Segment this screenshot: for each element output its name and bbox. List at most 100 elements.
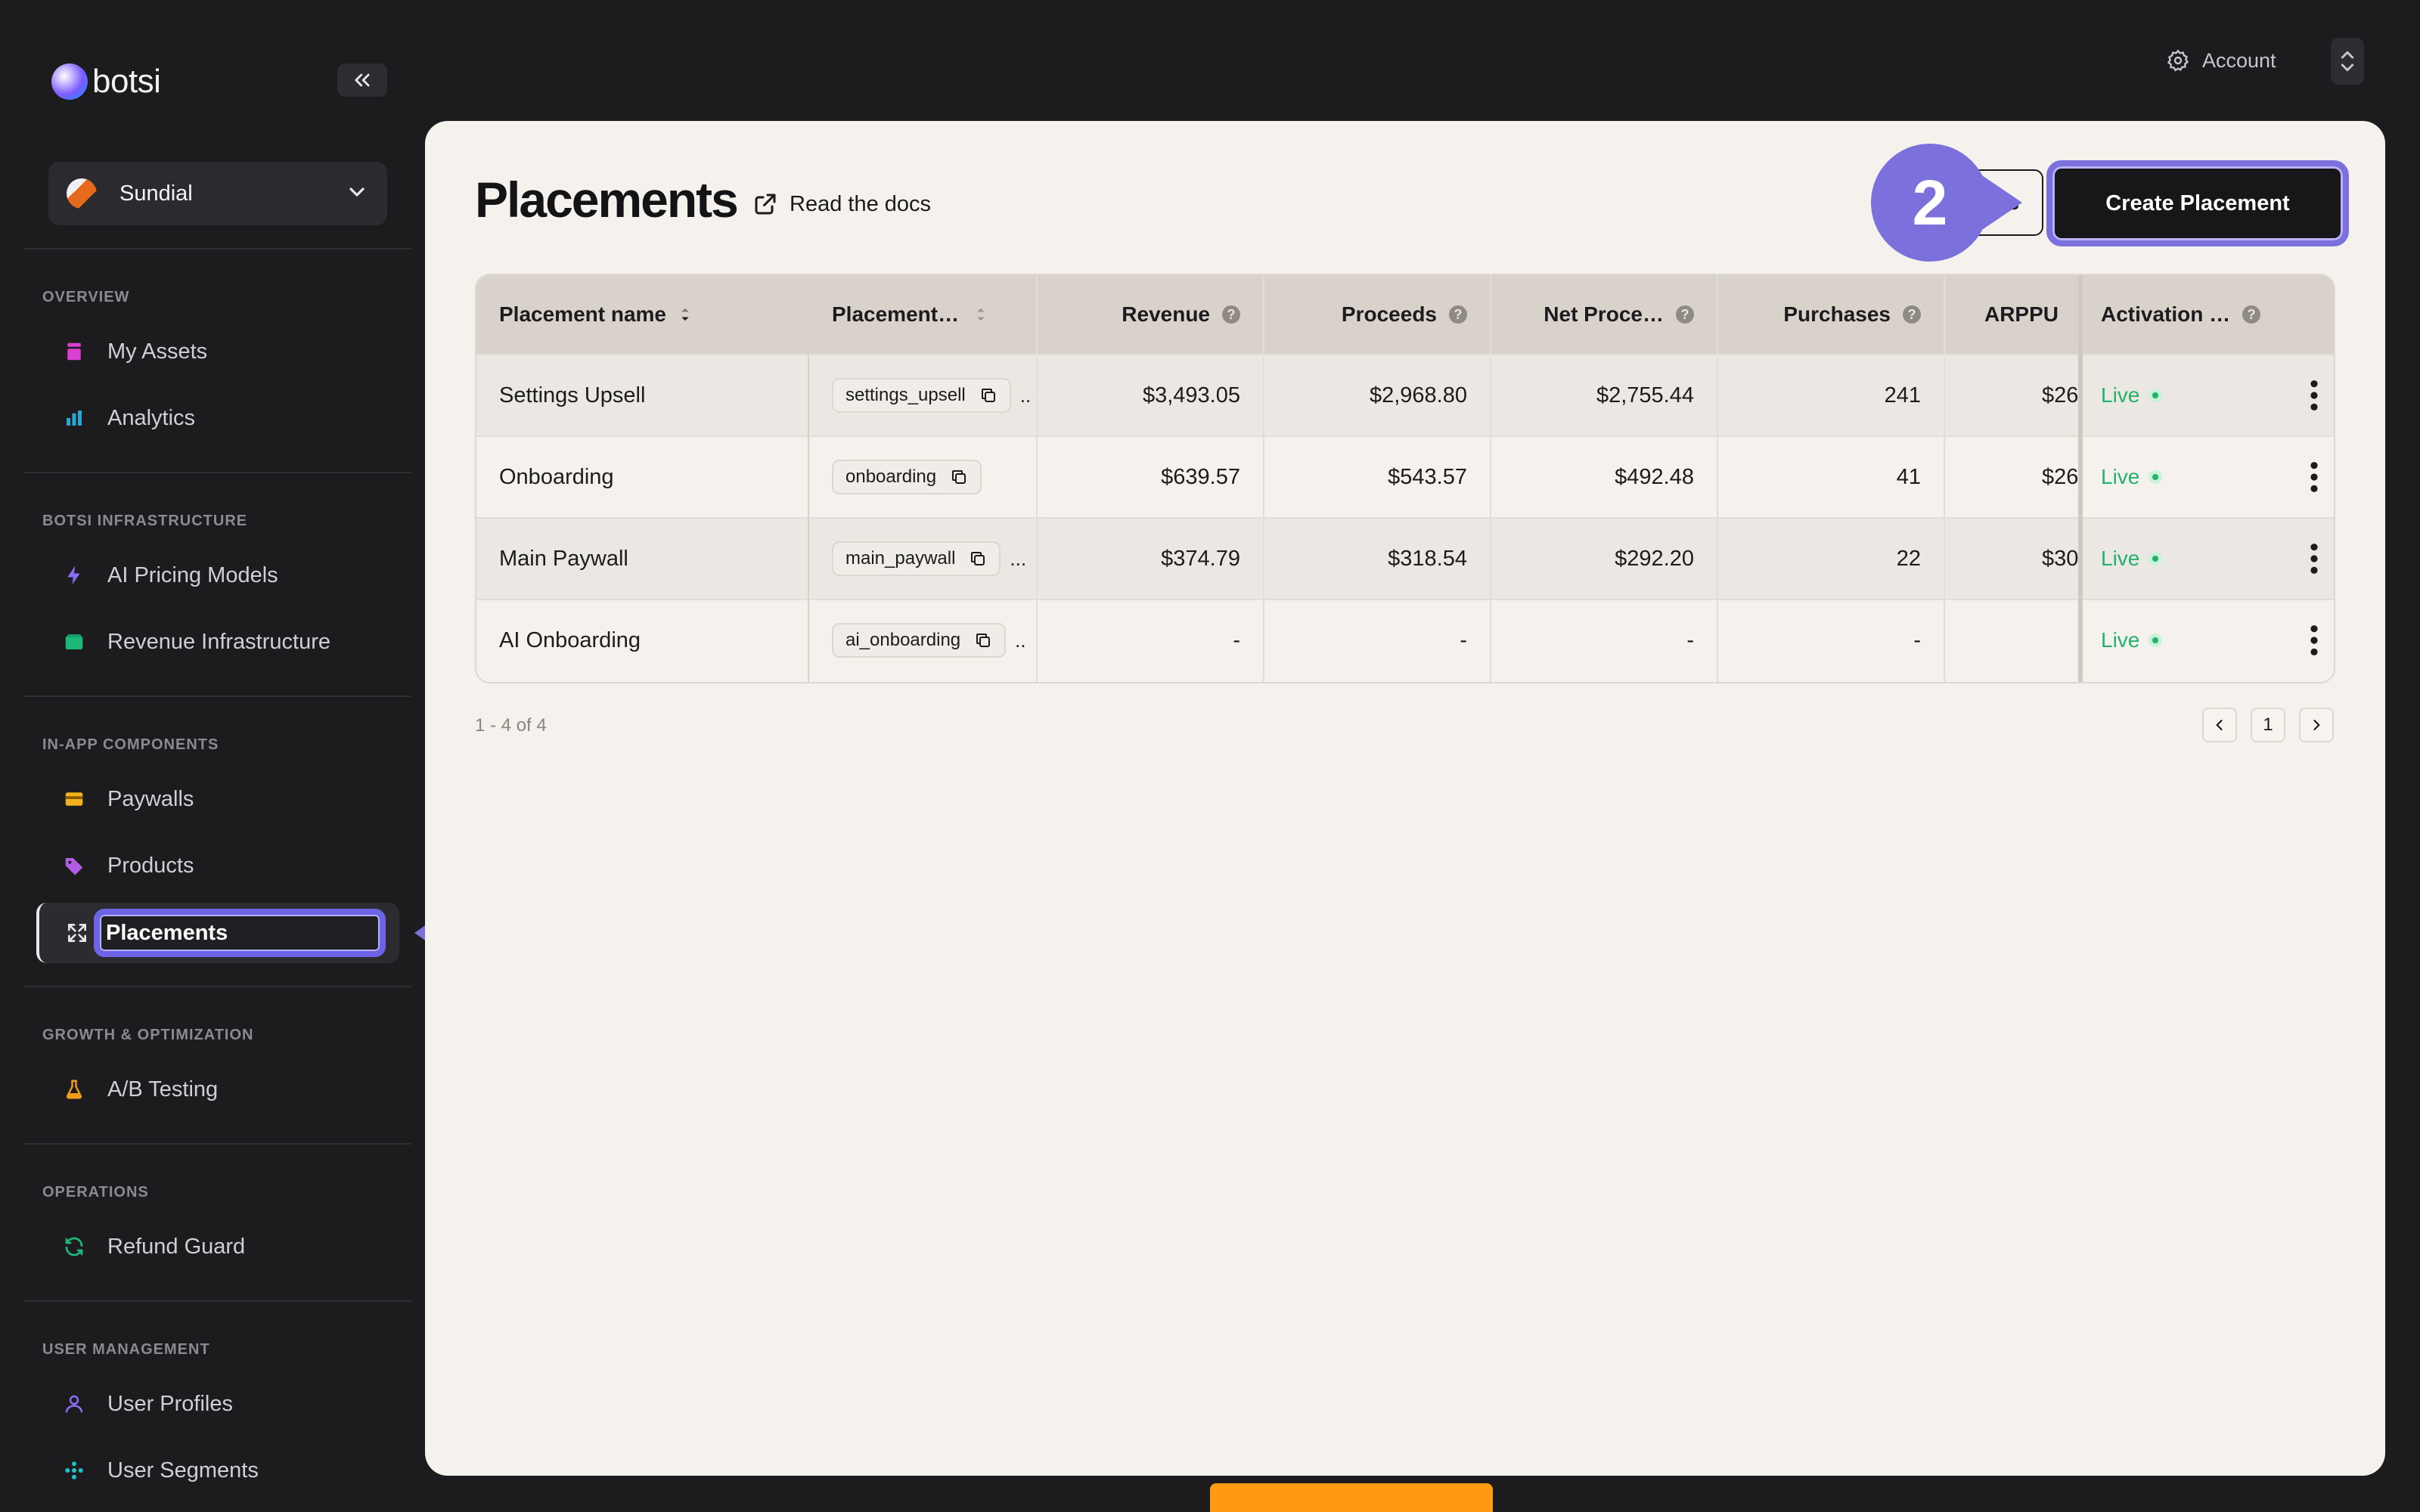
sidebar-item-label: Products [107,853,194,878]
read-docs-label: Read the docs [790,191,932,216]
proceeds-cell: $2,968.80 [1369,383,1467,407]
column-label: Placement… [832,302,960,326]
placement-name-cell: Onboarding [499,464,614,489]
sidebar-item-ai-pricing-models[interactable]: AI Pricing Models [42,549,398,602]
page-number-button[interactable]: 1 [2251,708,2285,742]
read-docs-link[interactable]: Read the docs [752,191,931,218]
status-badge: Live [2101,628,2163,652]
wallet-icon [62,630,86,654]
segments-icon [62,1458,86,1483]
column-label: Activation … [2101,302,2231,326]
sidebar-item-paywalls[interactable]: Paywalls [42,773,398,826]
column-label: Proceeds [1341,302,1437,326]
placement-key-chip: settings_upsell [832,378,1011,413]
sidebar-item-label: AI Pricing Models [107,562,278,587]
expand-toggle-button[interactable] [2331,38,2364,85]
help-icon[interactable]: ? [1449,305,1467,324]
sidebar-item-ab-testing[interactable]: A/B Testing [42,1063,398,1116]
placement-key-cell: main_paywall ... [832,519,1026,599]
col-header-purchases[interactable]: Purchases? [1739,275,1951,354]
table-row[interactable]: Main Paywall main_paywall ... $374.79 $3… [476,517,2334,599]
copy-icon[interactable] [950,468,968,486]
chevron-down-icon [345,180,369,208]
next-page-button[interactable] [2299,708,2334,742]
column-divider [1717,275,1718,682]
create-placement-label: Create Placement [2105,191,2290,215]
more-vertical-icon [2310,380,2318,411]
activation-cell: Live [2101,519,2163,599]
help-icon[interactable]: ? [1676,305,1694,324]
placement-key-cell: settings_upsell .. [832,355,1031,435]
section-title-operations: OPERATIONS [42,1184,149,1201]
copy-icon[interactable] [979,386,997,404]
prev-page-button[interactable] [2202,708,2237,742]
sidebar-item-my-assets[interactable]: My Assets [42,325,398,378]
section-title-in-app-components: IN-APP COMPONENTS [42,736,219,753]
status-dot-icon [2149,634,2163,647]
column-label: Purchases [1783,302,1891,326]
arppu-cell: $26 [2042,464,2079,489]
org-avatar [67,178,97,209]
status-dot-icon [2149,552,2163,565]
refresh-icon [62,1235,86,1259]
sidebar-divider [24,472,411,473]
row-menu-button[interactable] [2307,541,2322,576]
table-row[interactable]: Settings Upsell settings_upsell .. $3,49… [476,354,2334,435]
column-label: Revenue [1122,302,1210,326]
sidebar-item-label: Refund Guard [107,1234,246,1259]
sidebar-item-label: A/B Testing [107,1077,219,1101]
status-dot-icon [2149,470,2163,484]
col-header-arppu[interactable]: ARPPU [1966,275,2072,354]
help-icon[interactable]: ? [1222,305,1240,324]
chevron-right-icon [2313,720,2320,730]
lightning-icon [62,563,86,587]
activation-cell: Live [2101,437,2163,517]
sidebar-item-label: My Assets [107,339,208,364]
sidebar-item-refund-guard[interactable]: Refund Guard [42,1220,398,1273]
table-row[interactable]: AI Onboarding ai_onboarding .. - - - - L… [476,599,2334,680]
sidebar-item-user-segments[interactable]: User Segments [42,1444,398,1497]
placement-name-cell: AI Onboarding [499,627,641,652]
organization-select[interactable]: Sundial [48,162,387,225]
section-title-user-management: USER MANAGEMENT [42,1341,210,1358]
org-name: Sundial [119,181,193,206]
more-vertical-icon [2310,462,2318,492]
col-header-revenue[interactable]: Revenue? [1059,275,1270,354]
col-header-placement-key[interactable]: Placement… [832,275,1051,354]
col-header-activation[interactable]: Activation …? [2101,275,2320,354]
copy-icon[interactable] [969,550,987,568]
purchases-cell: 241 [1884,383,1921,407]
bottom-widget-tab[interactable] [1210,1483,1493,1512]
sidebar-item-label: Paywalls [107,786,194,811]
revenue-cell: - [1233,627,1240,652]
status-label: Live [2101,383,2140,407]
help-icon[interactable]: ? [1903,305,1921,324]
row-menu-button[interactable] [2307,460,2322,494]
collapse-sidebar-button[interactable] [337,64,387,97]
truncation-ellipsis: .. [1019,383,1032,407]
sidebar-item-analytics[interactable]: Analytics [42,392,398,445]
sidebar-item-products[interactable]: Products [42,839,398,892]
status-label: Live [2101,628,2140,652]
section-title-growth: GROWTH & OPTIMIZATION [42,1027,254,1043]
copy-icon[interactable] [974,631,992,649]
sidebar: botsi Sundial OVERVIEW My Assets Analyti… [0,0,420,1512]
col-header-placement-name[interactable]: Placement name [499,275,802,354]
table-row[interactable]: Onboarding onboarding $639.57 $543.57 $4… [476,435,2334,517]
column-divider [1036,275,1038,682]
brand-logo[interactable]: botsi [51,60,161,103]
col-header-net-proceeds[interactable]: Net Proce…? [1512,275,1724,354]
row-menu-button[interactable] [2307,623,2322,658]
col-header-proceeds[interactable]: Proceeds? [1286,275,1497,354]
account-link[interactable]: Account [2166,44,2276,77]
credit-card-icon [62,787,86,811]
sidebar-item-revenue-infrastructure[interactable]: Revenue Infrastructure [42,615,398,668]
create-placement-button[interactable]: Create Placement [2046,160,2349,246]
row-menu-button[interactable] [2307,378,2322,413]
sidebar-item-label: Analytics [107,405,196,430]
sidebar-item-user-profiles[interactable]: User Profiles [42,1377,398,1430]
more-vertical-icon [2310,625,2318,655]
placement-key: main_paywall [845,548,956,569]
help-icon[interactable]: ? [2242,305,2261,324]
proceeds-cell: $543.57 [1388,464,1467,489]
